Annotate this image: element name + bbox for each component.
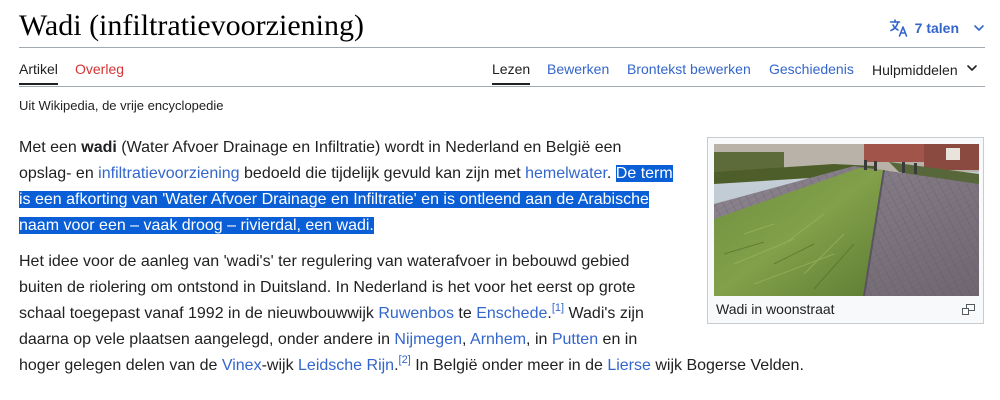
tab-edit[interactable]: Bewerken xyxy=(547,48,609,85)
tab-history[interactable]: Geschiedenis xyxy=(769,48,854,85)
text: -wijk xyxy=(261,357,299,374)
text: Wadi's zijn xyxy=(564,305,644,322)
link-nijmegen[interactable]: Nijmegen xyxy=(394,331,462,348)
text-line: daarna op vele plaatsen aangelegd, onder… xyxy=(19,327,709,353)
text: hoger gelegen delen van de xyxy=(19,357,222,374)
text-line: opslag- en infiltratievoorziening bedoel… xyxy=(19,161,709,187)
paragraph-history: Het idee voor de aanleg van 'wadi's' ter… xyxy=(19,249,804,379)
text-line: schaal toegepast vanaf 1992 in de nieuwb… xyxy=(19,301,709,327)
bold-term: wadi xyxy=(81,139,117,156)
tab-read[interactable]: Lezen xyxy=(492,48,531,85)
text-line: Het idee voor de aanleg van 'wadi's' ter… xyxy=(19,253,630,270)
tools-menu[interactable]: Hulpmiddelen xyxy=(872,48,978,85)
text: bedoeld die tijdelijk gevuld kan zijn me… xyxy=(239,165,526,182)
text: en in xyxy=(598,331,638,348)
tab-article[interactable]: Artikel xyxy=(19,48,58,85)
page-tabs: Artikel Overleg Lezen Bewerken Brontekst… xyxy=(19,48,985,87)
paragraph-intro: Met een wadi (Water Afvoer Drainage en I… xyxy=(19,135,709,239)
title-bar: Wadi (infiltratievoorziening) 7 talen xyxy=(19,0,985,48)
text: te xyxy=(453,305,477,322)
link-infiltratievoorziening[interactable]: infiltratievoorziening xyxy=(98,165,239,182)
text: (Water Afvoer Drainage en Infiltratie) w… xyxy=(116,139,622,156)
text-line: is een afkorting van 'Water Afvoer Drain… xyxy=(19,187,709,213)
page-title: Wadi (infiltratievoorziening) xyxy=(19,9,364,42)
languages-label: 7 talen xyxy=(914,20,959,36)
figure-caption: Wadi in woonstraat xyxy=(716,301,835,317)
thumbnail-figure: Wadi in woonstraat xyxy=(707,137,984,324)
reference-1[interactable]: [1] xyxy=(552,302,564,314)
text: , xyxy=(462,331,471,348)
text: , in xyxy=(526,331,552,348)
chevron-down-icon xyxy=(966,48,978,90)
text: schaal toegepast vanaf 1992 in de nieuwb… xyxy=(19,305,379,322)
link-leidsche-rijn[interactable]: Leidsche Rijn xyxy=(298,357,394,374)
link-vinex[interactable]: Vinex xyxy=(222,357,262,374)
chevron-down-icon xyxy=(973,22,985,34)
translate-icon xyxy=(889,18,909,38)
text: Met een xyxy=(19,139,82,156)
link-hemelwater[interactable]: hemelwater xyxy=(525,165,607,182)
link-enschede[interactable]: Enschede xyxy=(476,305,547,322)
text: daarna op vele plaatsen aangelegd, onder… xyxy=(19,331,395,348)
text-line: Met een wadi (Water Afvoer Drainage en I… xyxy=(19,135,709,161)
text: . xyxy=(606,165,616,182)
tab-edit-source[interactable]: Brontekst bewerken xyxy=(627,48,751,85)
wadi-photo[interactable] xyxy=(714,144,979,296)
tab-talk[interactable]: Overleg xyxy=(75,48,124,85)
selected-text: naam voor een – vaak droog – rivierdal, … xyxy=(19,217,374,234)
text: wijk Bogerse Velden. xyxy=(650,357,804,374)
link-ruwenbos[interactable]: Ruwenbos xyxy=(378,305,454,322)
link-lierse[interactable]: Lierse xyxy=(607,357,651,374)
languages-button[interactable]: 7 talen xyxy=(889,16,985,40)
selected-text: De term xyxy=(615,165,673,182)
text-line: naam voor een – vaak droog – rivierdal, … xyxy=(19,213,709,239)
selected-text: is een afkorting van 'Water Afvoer Drain… xyxy=(19,191,649,208)
magnify-icon[interactable] xyxy=(962,302,975,320)
reference-2[interactable]: [2] xyxy=(399,354,411,366)
text: In België onder meer in de xyxy=(410,357,608,374)
text: opslag- en xyxy=(19,165,99,182)
text-line: buiten de riolering om ontstond in Duits… xyxy=(19,279,636,296)
link-arnhem[interactable]: Arnhem xyxy=(470,331,526,348)
site-tagline: Uit Wikipedia, de vrije encyclopedie xyxy=(19,98,224,113)
text-line: hoger gelegen delen van de Vinex-wijk Le… xyxy=(19,353,804,379)
article-body: Met een wadi (Water Afvoer Drainage en I… xyxy=(19,135,804,379)
link-putten[interactable]: Putten xyxy=(552,331,598,348)
tools-label: Hulpmiddelen xyxy=(872,62,958,78)
